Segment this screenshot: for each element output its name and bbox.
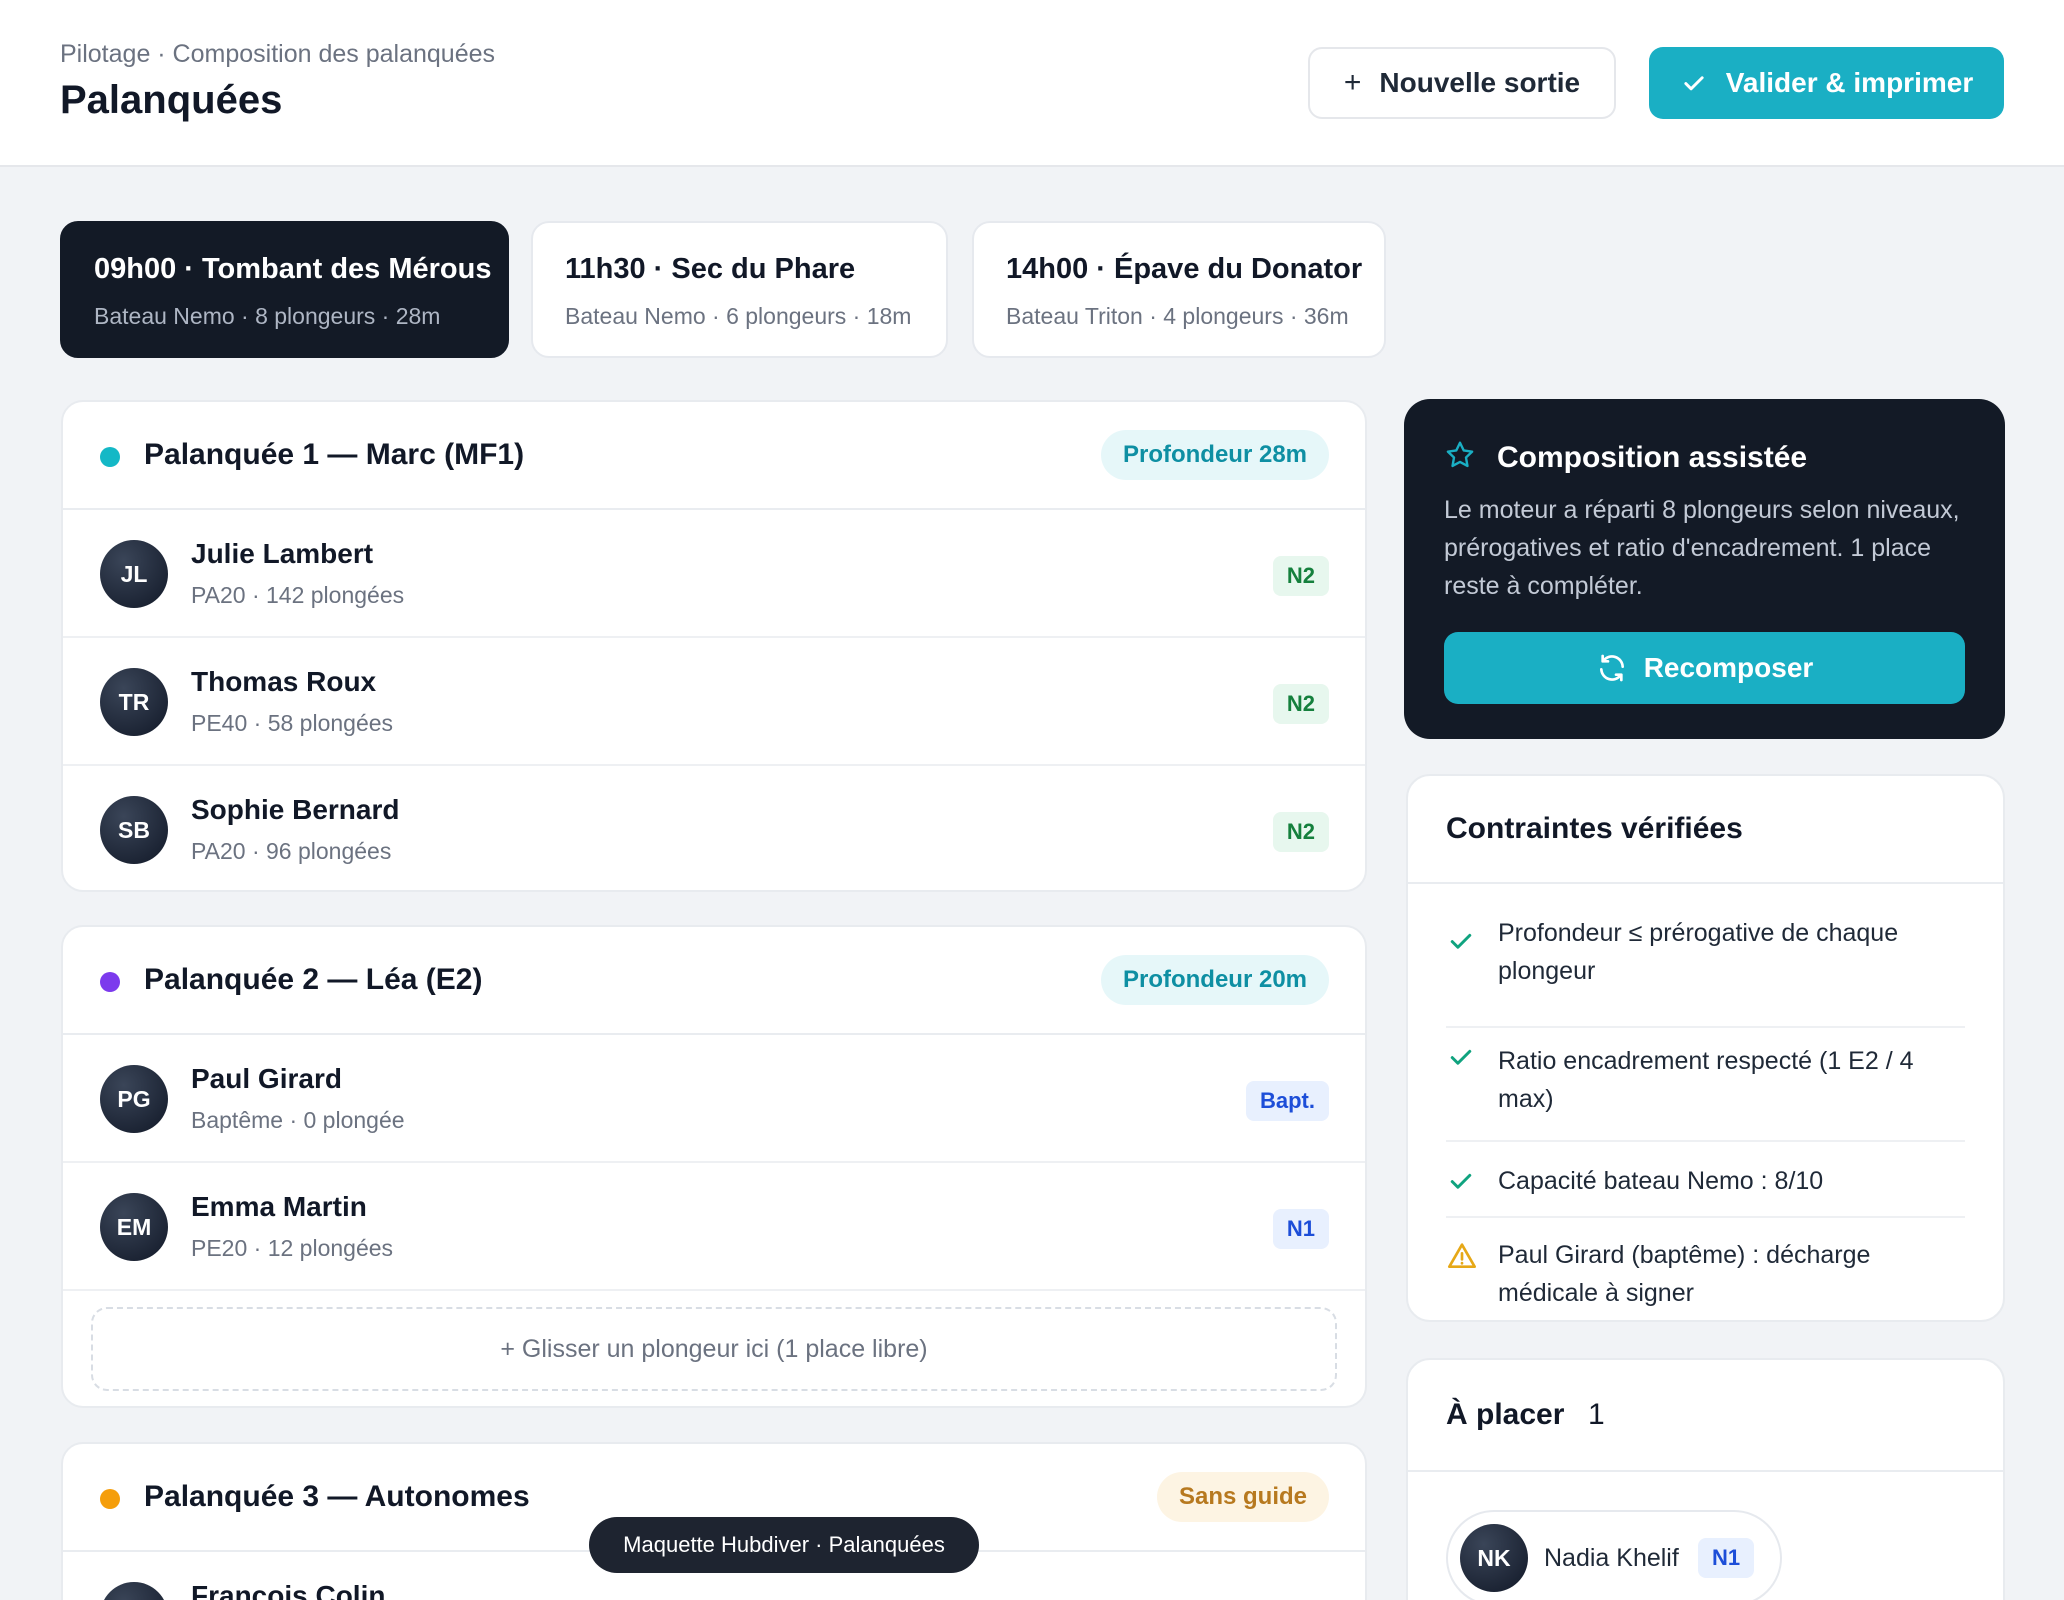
level-badge: N1 — [1272, 1209, 1329, 1249]
constraint-text: Profondeur ≤ prérogative de chaque plong… — [1498, 919, 1899, 985]
trip-tab-1400[interactable]: 14h00 · Épave du Donator Bateau Triton ·… — [972, 221, 1386, 358]
trip-tab-title: 09h00 · Tombant des Mérous — [94, 253, 492, 285]
constraint-text: Ratio encadrement respecté (1 E2 / 4 max… — [1498, 1047, 1914, 1113]
level-badge: N2 — [1272, 556, 1329, 596]
unplaced-diver-chip[interactable]: NK Nadia Khelif N1 — [1446, 1510, 1782, 1600]
group-title: Palanquée 1 — Marc (MF1) — [144, 438, 525, 471]
no-guide-badge: Sans guide — [1156, 1472, 1329, 1522]
group-color-dot — [100, 972, 120, 992]
warning-icon — [1446, 1240, 1478, 1277]
diver-name: Julie Lambert — [191, 538, 374, 569]
level-badge: N2 — [1272, 684, 1329, 724]
mockup-label: Maquette Hubdiver · Palanquées — [589, 1517, 979, 1573]
trip-tab-title: 11h30 · Sec du Phare — [565, 253, 856, 285]
validate-print-button[interactable]: Valider & imprimer — [1649, 47, 2004, 119]
to-place-title: À placer — [1446, 1398, 1565, 1431]
diver-meta: PA20 · 96 plongées — [191, 838, 392, 864]
to-place-card: À placer 1 NK Nadia Khelif N1 — [1406, 1358, 2005, 1600]
constraint-text: Paul Girard (baptême) : décharge médical… — [1498, 1241, 1871, 1307]
trip-tab-subtitle: Bateau Triton · 4 plongeurs · 36m — [1006, 303, 1349, 329]
check-icon — [1680, 69, 1708, 97]
diver-meta: Baptême · 0 plongée — [191, 1107, 405, 1133]
to-place-count: 1 — [1588, 1398, 1605, 1431]
star-icon — [1444, 439, 1476, 476]
avatar: JL — [100, 540, 168, 608]
diver-meta: PE20 · 12 plongées — [191, 1235, 394, 1261]
breadcrumb[interactable]: Pilotage · Composition des palanquées — [60, 40, 495, 69]
trip-tab-title: 14h00 · Épave du Donator — [1006, 253, 1363, 285]
assisted-composition-panel: Composition assistée Le moteur a réparti… — [1404, 399, 2005, 739]
to-place-header: À placer 1 — [1408, 1360, 2003, 1472]
diver-name: Thomas Roux — [191, 666, 377, 697]
recompose-button[interactable]: Recomposer — [1444, 632, 1965, 704]
diver-row[interactable]: SB Sophie Bernard PA20 · 96 plongées N2 — [63, 766, 1365, 890]
check-icon — [1446, 1166, 1476, 1201]
diver-row[interactable]: TR Thomas Roux PE40 · 58 plongées N2 — [63, 638, 1365, 766]
avatar: SB — [100, 796, 168, 864]
constraint-item: Paul Girard (baptême) : décharge médical… — [1446, 1218, 1965, 1318]
new-trip-label: Nouvelle sortie — [1379, 67, 1581, 98]
level-badge: Bapt. — [1246, 1081, 1329, 1121]
group-color-dot — [100, 1489, 120, 1509]
avatar: NK — [1460, 1524, 1528, 1592]
group-card-2: Palanquée 2 — Léa (E2) Profondeur 20m PG… — [61, 925, 1367, 1408]
avatar: TR — [100, 668, 168, 736]
depth-badge: Profondeur 28m — [1100, 430, 1329, 480]
diver-name: Emma Martin — [191, 1191, 367, 1222]
assisted-composition-text: Le moteur a réparti 8 plongeurs selon ni… — [1444, 496, 1960, 600]
diver-name: Paul Girard — [191, 1063, 342, 1094]
trip-tab-0900[interactable]: 09h00 · Tombant des Mérous Bateau Nemo ·… — [60, 221, 509, 358]
refresh-icon — [1596, 652, 1628, 684]
constraints-header: Contraintes vérifiées — [1408, 776, 2003, 884]
validate-print-label: Valider & imprimer — [1725, 67, 1974, 98]
assisted-composition-title: Composition assistée — [1497, 441, 1808, 474]
diver-name: Sophie Bernard — [191, 794, 400, 825]
constraint-item: Capacité bateau Nemo : 8/10 — [1446, 1142, 1965, 1218]
diver-row[interactable]: PG Paul Girard Baptême · 0 plongée Bapt. — [63, 1035, 1365, 1163]
group-color-dot — [100, 447, 120, 467]
trip-tab-subtitle: Bateau Nemo · 8 plongeurs · 28m — [94, 303, 441, 329]
drop-zone[interactable]: + Glisser un plongeur ici (1 place libre… — [91, 1307, 1337, 1391]
diver-row[interactable]: EM Emma Martin PE20 · 12 plongées N1 — [63, 1163, 1365, 1291]
constraint-item: Ratio encadrement respecté (1 E2 / 4 max… — [1446, 1028, 1965, 1142]
avatar: EM — [100, 1193, 168, 1261]
diver-meta: PA20 · 142 plongées — [191, 582, 405, 608]
constraints-title: Contraintes vérifiées — [1446, 812, 1743, 845]
trip-tab-1130[interactable]: 11h30 · Sec du Phare Bateau Nemo · 6 plo… — [531, 221, 948, 358]
diver-name: François Colin — [191, 1580, 386, 1600]
group-title: Palanquée 3 — Autonomes — [144, 1480, 530, 1513]
page-title: Palanquées — [60, 78, 283, 122]
top-bar: Pilotage · Composition des palanquées Pa… — [0, 0, 2064, 167]
diver-row[interactable]: JL Julie Lambert PA20 · 142 plongées N2 — [63, 510, 1365, 638]
check-icon — [1446, 1042, 1476, 1077]
new-trip-button[interactable]: + Nouvelle sortie — [1308, 47, 1616, 119]
level-badge: N2 — [1272, 812, 1329, 852]
diver-name: Nadia Khelif — [1544, 1544, 1679, 1572]
level-badge: N1 — [1698, 1538, 1755, 1578]
check-icon — [1446, 926, 1476, 961]
recompose-label: Recomposer — [1643, 652, 1814, 683]
avatar: FC — [100, 1582, 168, 1600]
avatar: PG — [100, 1065, 168, 1133]
group-header: Palanquée 1 — Marc (MF1) Profondeur 28m — [63, 402, 1365, 510]
trip-tab-subtitle: Bateau Nemo · 6 plongeurs · 18m — [565, 303, 912, 329]
constraint-item: Profondeur ≤ prérogative de chaque plong… — [1446, 914, 1965, 1028]
group-card-1: Palanquée 1 — Marc (MF1) Profondeur 28m … — [61, 400, 1367, 892]
diver-meta: PE40 · 58 plongées — [191, 710, 394, 736]
plus-icon: + — [1343, 66, 1362, 99]
group-title: Palanquée 2 — Léa (E2) — [144, 963, 483, 996]
group-header: Palanquée 2 — Léa (E2) Profondeur 20m — [63, 927, 1365, 1035]
constraints-card: Contraintes vérifiées Profondeur ≤ préro… — [1406, 774, 2005, 1322]
depth-badge: Profondeur 20m — [1100, 955, 1329, 1005]
constraint-text: Capacité bateau Nemo : 8/10 — [1498, 1167, 1824, 1195]
